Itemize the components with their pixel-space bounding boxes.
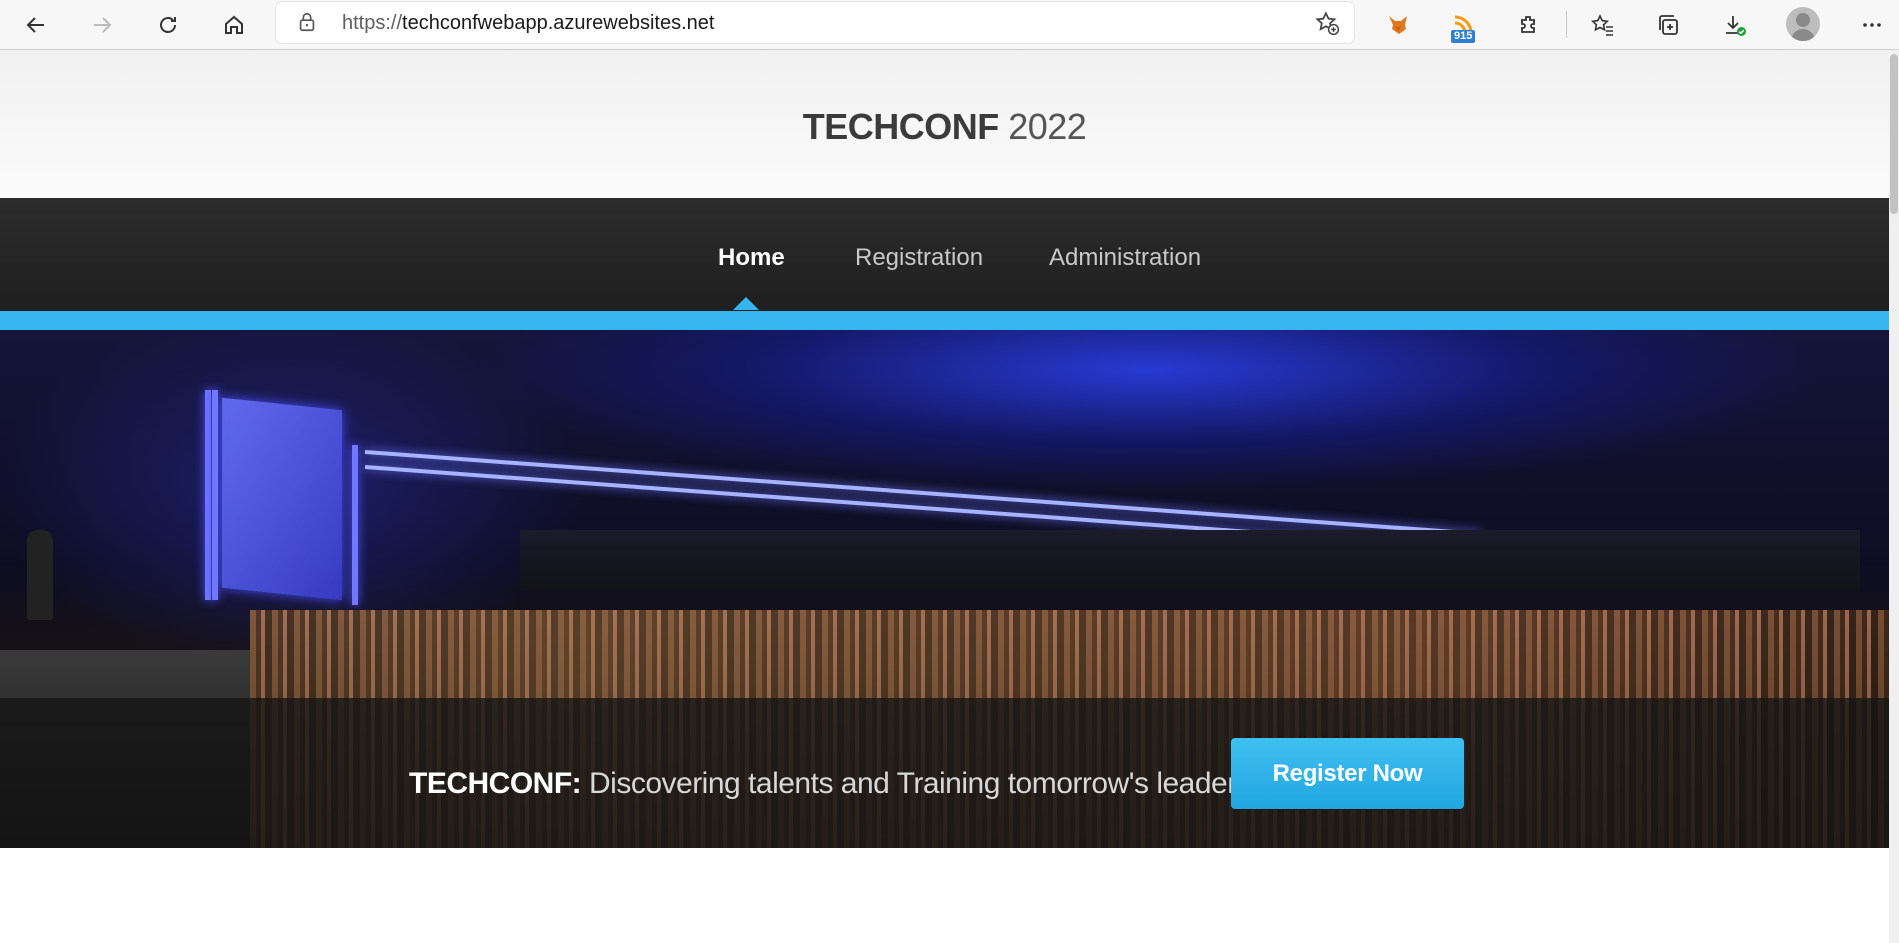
toolbar-separator bbox=[1566, 11, 1567, 38]
site-title-year: 2022 bbox=[998, 106, 1087, 147]
profile-avatar[interactable] bbox=[1786, 7, 1820, 41]
lock-icon[interactable] bbox=[296, 11, 318, 33]
favorites-icon bbox=[1591, 14, 1613, 36]
extensions-button[interactable] bbox=[1509, 5, 1549, 45]
hero-balcony bbox=[520, 530, 1860, 590]
refresh-icon bbox=[160, 17, 176, 33]
site-title-brand: TECHCONF bbox=[802, 106, 1000, 147]
collections-icon bbox=[1659, 15, 1678, 35]
favorites-button[interactable] bbox=[1583, 5, 1623, 45]
forward-icon bbox=[94, 17, 112, 33]
hero-tagline: TECHCONF: Discovering talents and Traini… bbox=[409, 767, 1252, 801]
scrollbar-thumb[interactable] bbox=[1890, 54, 1898, 214]
hero-light-beam bbox=[364, 450, 1483, 537]
page-scrollbar[interactable] bbox=[1889, 50, 1899, 943]
more-button[interactable] bbox=[1852, 5, 1892, 45]
site-header: TECHCONF 2022 bbox=[0, 50, 1889, 198]
collections-button[interactable] bbox=[1648, 5, 1688, 45]
page-viewport: TECHCONF 2022 Home Registration Administ… bbox=[0, 50, 1889, 943]
more-icon bbox=[1863, 23, 1881, 27]
site-title[interactable]: TECHCONF 2022 bbox=[0, 106, 1889, 148]
forward-button[interactable] bbox=[82, 5, 122, 45]
hero-tagline-text: Discovering talents and Training tomorro… bbox=[581, 767, 1252, 800]
add-favorite-icon[interactable] bbox=[1314, 10, 1340, 36]
extensions-icon bbox=[1521, 16, 1535, 33]
nav-item-registration[interactable]: Registration bbox=[855, 244, 983, 272]
hero-tagline-brand: TECHCONF: bbox=[409, 767, 582, 800]
main-nav: Home Registration Administration bbox=[0, 198, 1889, 311]
rss-extension-button[interactable]: 915 bbox=[1443, 5, 1483, 45]
nav-item-administration[interactable]: Administration bbox=[1049, 244, 1201, 272]
accent-bar bbox=[0, 311, 1889, 330]
url-host: techconfwebapp.azurewebsites.net bbox=[402, 12, 715, 34]
home-icon bbox=[225, 15, 243, 34]
browser-toolbar: https://techconfwebapp.azurewebsites.net… bbox=[0, 0, 1899, 50]
back-icon bbox=[26, 17, 44, 33]
hero-light-pillar bbox=[205, 390, 211, 600]
fox-extension-icon bbox=[1389, 16, 1407, 34]
nav-item-home[interactable]: Home bbox=[718, 244, 785, 272]
hero-light-pillar bbox=[352, 445, 358, 605]
hero-caption-band: TECHCONF: Discovering talents and Traini… bbox=[0, 698, 1889, 848]
hero-banner: TECHCONF: Discovering talents and Traini… bbox=[0, 330, 1889, 848]
register-now-button[interactable]: Register Now bbox=[1231, 738, 1464, 809]
address-bar[interactable]: https://techconfwebapp.azurewebsites.net bbox=[276, 2, 1354, 43]
hero-speaker bbox=[27, 530, 53, 620]
fox-extension-button[interactable] bbox=[1378, 5, 1418, 45]
hero-light-pillar bbox=[212, 390, 218, 600]
downloads-button[interactable] bbox=[1715, 5, 1755, 45]
extension-badge: 915 bbox=[1451, 30, 1476, 43]
url-scheme: https:// bbox=[342, 12, 403, 34]
refresh-button[interactable] bbox=[148, 5, 188, 45]
downloads-icon bbox=[1726, 16, 1746, 36]
active-nav-indicator bbox=[733, 297, 759, 310]
url-text[interactable]: https://techconfwebapp.azurewebsites.net bbox=[342, 12, 714, 35]
home-button[interactable] bbox=[214, 5, 254, 45]
hero-stage-screen bbox=[222, 397, 342, 601]
back-button[interactable] bbox=[16, 5, 56, 45]
